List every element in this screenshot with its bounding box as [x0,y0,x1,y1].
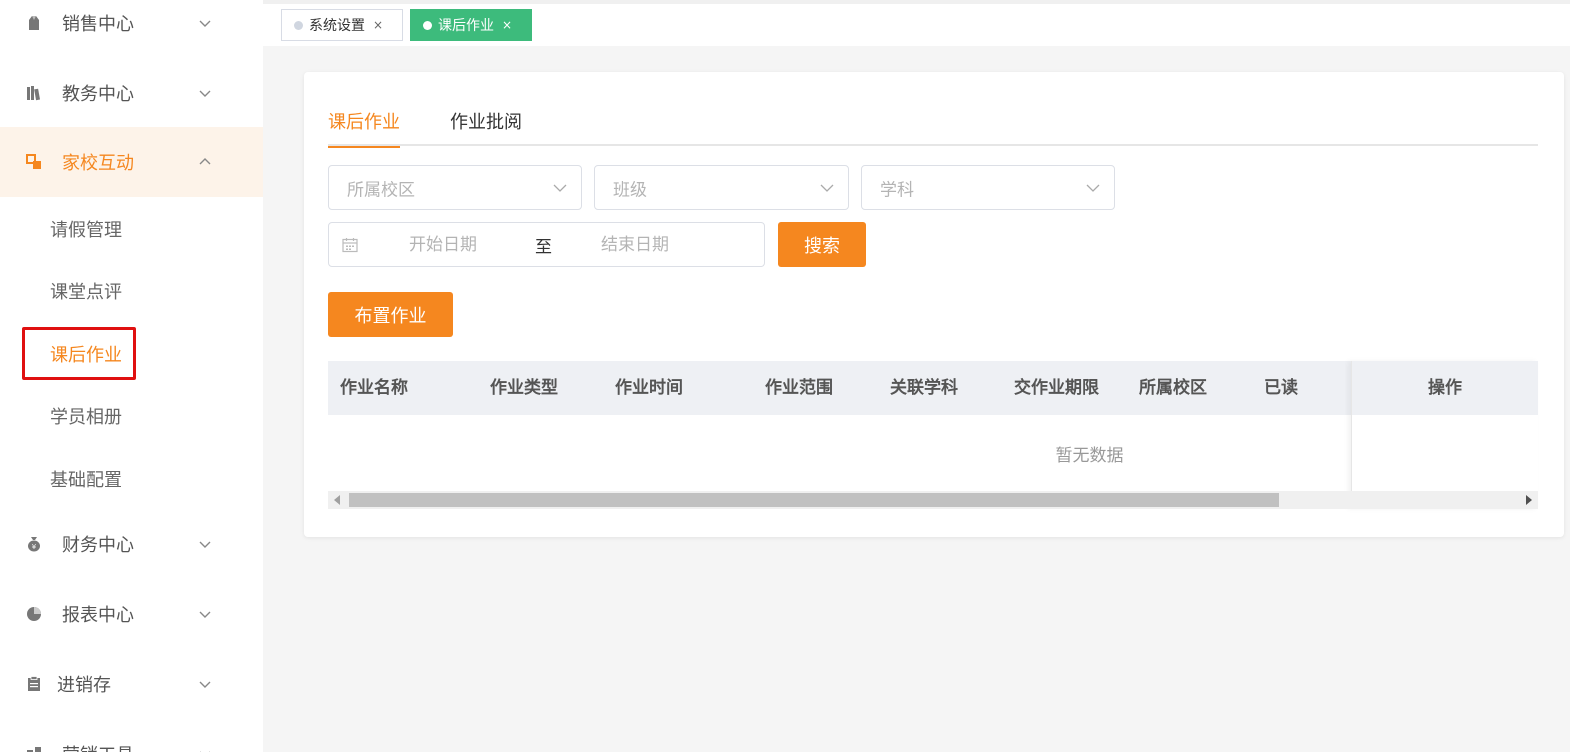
subject-select[interactable]: 学科 [861,165,1115,210]
chevron-down-icon [553,184,567,192]
tab-homework[interactable]: 课后作业 [328,108,400,148]
page-tab-system-settings[interactable]: 系统设置 × [281,9,403,41]
page-tab-label: 课后作业 [438,18,494,34]
svg-text:¥: ¥ [32,543,37,551]
scroll-left-icon[interactable] [334,495,340,505]
tab-dot-icon [294,20,303,30]
books-icon [26,85,42,101]
fixed-action-column: 操作 [1351,361,1538,509]
sidebar-group-label: 财务中心 [62,535,134,556]
tab-homework-review[interactable]: 作业批阅 [450,108,522,146]
column-header-subject: 关联学科 [890,378,958,398]
horizontal-scrollbar[interactable] [328,491,1538,509]
page-tab-label: 系统设置 [309,18,365,34]
column-header-actions: 操作 [1352,361,1538,415]
money-bag-icon: ¥ [26,536,42,552]
main-card: 课后作业 作业批阅 所属校区 班级 学科 至 搜索 布置作业 作业名称 作业类型… [304,72,1564,537]
subject-select-placeholder: 学科 [880,180,914,200]
sidebar-item-album[interactable]: 学员相册 [50,403,122,429]
column-header-scope: 作业范围 [765,378,833,398]
column-header-type: 作业类型 [490,378,558,398]
class-select-placeholder: 班级 [613,180,647,200]
sidebar-group-home-school[interactable]: 家校互动 [0,127,263,197]
tab-dot-icon [423,20,432,30]
assign-homework-button[interactable]: 布置作业 [328,292,453,337]
column-header-name: 作业名称 [340,378,408,398]
highlight-box [22,327,136,380]
sidebar-group-inventory[interactable]: 进销存 [0,649,263,719]
class-select[interactable]: 班级 [594,165,849,210]
sidebar-group-label: 销售中心 [62,14,134,35]
campus-select-placeholder: 所属校区 [347,180,415,200]
campus-select[interactable]: 所属校区 [328,165,582,210]
chevron-down-icon [199,611,211,618]
scroll-right-icon[interactable] [1526,495,1532,505]
column-header-time: 作业时间 [615,378,683,398]
sidebar-group-reports[interactable]: 报表中心 [0,579,263,649]
close-icon[interactable]: × [502,18,512,32]
chevron-down-icon [199,90,211,97]
sidebar-item-leave[interactable]: 请假管理 [50,216,122,242]
homework-table: 作业名称 作业类型 作业时间 作业范围 关联学科 交作业期限 所属校区 已读 暂… [328,361,1538,511]
sidebar-group-sales[interactable]: 销售中心 [0,0,263,58]
sidebar-group-label: 营销工具 [62,741,134,752]
chevron-down-icon [199,20,211,27]
tool-icon [26,746,42,752]
calendar-icon [342,238,358,253]
start-date-input[interactable] [409,234,529,255]
column-header-campus: 所属校区 [1139,378,1207,398]
sidebar-group-label: 家校互动 [62,153,134,174]
page-tab-bar: 系统设置 × 课后作业 × [263,0,1570,46]
sidebar: 销售中心 教务中心 家校互动 请假管理 课堂点评 课后作业 学员相册 基础配置 … [0,0,263,752]
chevron-up-icon [199,158,211,165]
chevron-down-icon [1086,184,1100,192]
column-header-read: 已读 [1264,378,1298,398]
chevron-down-icon [199,681,211,688]
column-header-deadline: 交作业期限 [1014,378,1099,398]
search-button[interactable]: 搜索 [778,222,866,267]
clipboard-icon [26,676,42,692]
chevron-down-icon [820,184,834,192]
sidebar-item-class-review[interactable]: 课堂点评 [50,278,122,304]
page-tab-homework[interactable]: 课后作业 × [410,9,532,41]
content-tabs: 课后作业 作业批阅 [328,108,1538,148]
sidebar-group-label: 报表中心 [62,605,134,626]
interaction-icon [26,154,42,170]
chevron-down-icon [199,541,211,548]
date-range-picker[interactable]: 至 [328,222,765,267]
bag-icon [26,15,42,31]
sidebar-group-label: 进销存 [57,675,111,696]
pie-chart-icon [26,606,42,622]
sidebar-group-label: 教务中心 [62,84,134,105]
chevron-down-icon [200,751,210,752]
sidebar-group-finance[interactable]: ¥ 财务中心 [0,509,263,579]
sidebar-group-academic[interactable]: 教务中心 [0,58,263,128]
table-empty-text: 暂无数据 [1055,446,1124,466]
date-separator: 至 [535,237,552,257]
sidebar-item-config[interactable]: 基础配置 [50,466,122,492]
end-date-input[interactable] [601,234,721,255]
sidebar-group-marketing[interactable]: 营销工具 [0,719,263,752]
scrollbar-thumb[interactable] [349,493,1279,507]
close-icon[interactable]: × [373,18,383,32]
